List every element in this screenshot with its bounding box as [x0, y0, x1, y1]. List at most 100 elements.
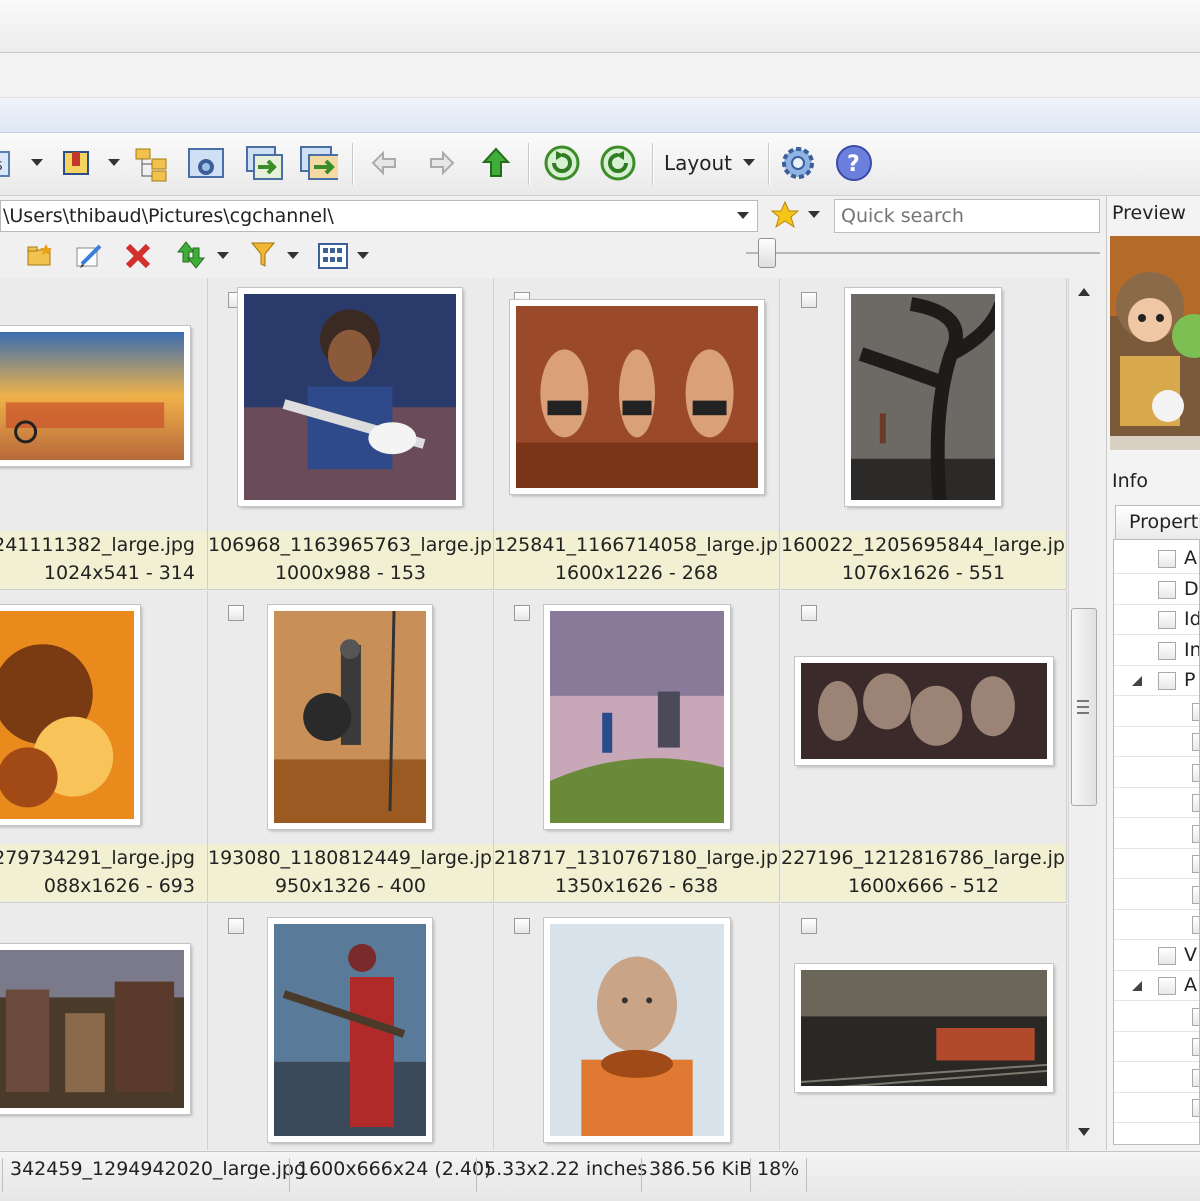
favorite-star-icon[interactable]	[770, 200, 800, 234]
view-mode-icon[interactable]	[318, 242, 348, 274]
thumbnail-cell[interactable]	[208, 904, 494, 1150]
sort-icon[interactable]	[176, 240, 206, 274]
thumbnail-image[interactable]	[795, 657, 1053, 765]
bookmark-icon[interactable]	[56, 143, 96, 183]
select-checkbox[interactable]	[801, 292, 817, 308]
batch-icon[interactable]	[298, 143, 338, 183]
export-icon[interactable]: S	[0, 143, 18, 183]
rotate-left-icon[interactable]	[542, 143, 582, 183]
thumbnail-size-slider[interactable]	[746, 252, 1100, 254]
property-row[interactable]	[1114, 849, 1199, 879]
property-row[interactable]	[1114, 1063, 1199, 1093]
thumbnail-cell[interactable]	[0, 904, 208, 1150]
property-row[interactable]	[1114, 1002, 1199, 1032]
property-checkbox[interactable]	[1192, 702, 1199, 721]
property-row[interactable]: D	[1114, 575, 1199, 605]
property-row[interactable]: V	[1114, 941, 1199, 971]
thumbnail-cell[interactable]: 193080_1180812449_large.jpg 950x1326 - 40…	[208, 591, 494, 903]
property-checkbox[interactable]	[1158, 946, 1176, 965]
thumbnail-cell[interactable]: 125841_1166714058_large.jpg 1600x1226 - 2…	[494, 278, 780, 590]
property-checkbox[interactable]	[1192, 794, 1199, 812]
address-bar[interactable]: \Users\thibaud\Pictures\cgchannel\	[0, 200, 758, 232]
thumbnail-image[interactable]	[544, 918, 730, 1142]
property-row[interactable]	[1114, 758, 1199, 788]
thumbnail-image[interactable]	[510, 300, 764, 494]
property-checkbox[interactable]	[1192, 855, 1199, 873]
property-row[interactable]: A	[1114, 544, 1199, 574]
export-dropdown-icon[interactable]	[31, 159, 43, 166]
property-checkbox[interactable]	[1192, 885, 1199, 904]
select-checkbox[interactable]	[228, 605, 244, 621]
rotate-right-icon[interactable]	[598, 143, 638, 183]
thumbnail-cell[interactable]: 227196_1212816786_large.jpg 1600x666 - 51…	[781, 591, 1067, 903]
scroll-down-icon[interactable]	[1078, 1128, 1090, 1136]
thumbnail-image[interactable]	[544, 605, 736, 835]
favorite-dropdown-icon[interactable]	[808, 211, 820, 218]
forward-icon[interactable]	[420, 143, 460, 183]
filter-icon[interactable]	[250, 240, 276, 274]
select-checkbox[interactable]	[801, 918, 817, 934]
thumbnail-cell[interactable]	[781, 904, 1067, 1150]
thumbnail-image[interactable]	[795, 964, 1060, 1092]
property-checkbox[interactable]	[1192, 1007, 1199, 1026]
scroll-up-icon[interactable]	[1078, 288, 1090, 296]
expand-arrow-icon[interactable]	[1132, 981, 1142, 991]
view-mode-dropdown-icon[interactable]	[357, 252, 369, 259]
layout-dropdown-icon[interactable]	[743, 159, 755, 166]
property-row[interactable]: Id	[1114, 605, 1199, 635]
property-row[interactable]	[1114, 910, 1199, 940]
property-row[interactable]	[1114, 1093, 1199, 1123]
thumbnail-image[interactable]	[845, 288, 1008, 515]
property-checkbox[interactable]	[1158, 672, 1176, 690]
property-row[interactable]	[1114, 727, 1199, 757]
property-checkbox[interactable]	[1158, 550, 1176, 568]
property-checkbox[interactable]	[1192, 1068, 1199, 1087]
thumbnail-image[interactable]	[0, 944, 190, 1114]
expand-arrow-icon[interactable]	[1132, 676, 1142, 686]
thumbnail-image[interactable]	[238, 288, 462, 506]
property-row[interactable]	[1114, 697, 1199, 727]
settings-icon[interactable]	[778, 143, 818, 183]
property-checkbox[interactable]	[1158, 580, 1176, 599]
thumbnail-image[interactable]	[268, 605, 432, 829]
property-row[interactable]	[1114, 819, 1199, 849]
up-folder-icon[interactable]	[476, 143, 516, 183]
property-row[interactable]: A	[1114, 971, 1199, 1001]
select-checkbox[interactable]	[514, 918, 530, 934]
thumbnail-cell[interactable]: 106968_1163965763_large.jpg 1000x988 - 15…	[208, 278, 494, 590]
property-checkbox[interactable]	[1158, 641, 1176, 660]
help-icon[interactable]: ?	[834, 143, 874, 183]
rename-icon[interactable]	[74, 242, 104, 274]
thumbnail-cell[interactable]: _1279734291_large.jpg 088x1626 - 693	[0, 591, 208, 903]
property-row[interactable]	[1114, 1032, 1199, 1062]
property-checkbox[interactable]	[1192, 824, 1199, 843]
folder-tree-icon[interactable]	[132, 143, 172, 183]
thumbnail-image[interactable]	[268, 918, 432, 1142]
thumbnail-cell[interactable]: 218717_1310767180_large.jpg 1350x1626 - 6…	[494, 591, 780, 903]
convert-icon[interactable]	[244, 143, 284, 183]
thumbnail-cell[interactable]	[494, 904, 780, 1150]
select-checkbox[interactable]	[514, 605, 530, 621]
property-row[interactable]	[1114, 880, 1199, 910]
property-row[interactable]: In	[1114, 636, 1199, 666]
new-folder-icon[interactable]	[26, 242, 54, 272]
thumbnail-cell[interactable]: 1241111382_large.jpg 1024x541 - 314	[0, 278, 208, 590]
delete-icon[interactable]	[124, 242, 152, 274]
thumbnail-image[interactable]	[0, 605, 140, 825]
property-checkbox[interactable]	[1192, 916, 1199, 934]
layout-button[interactable]: Layout	[664, 151, 732, 175]
sort-dropdown-icon[interactable]	[217, 252, 229, 259]
select-checkbox[interactable]	[801, 605, 817, 621]
property-checkbox[interactable]	[1192, 1099, 1199, 1117]
back-icon[interactable]	[366, 143, 406, 183]
tab-properties[interactable]: Properties	[1115, 505, 1200, 539]
property-checkbox[interactable]	[1192, 763, 1199, 782]
property-checkbox[interactable]	[1192, 733, 1199, 751]
capture-icon[interactable]	[186, 143, 226, 183]
slider-handle[interactable]	[758, 238, 776, 268]
search-input[interactable]	[834, 199, 1100, 233]
select-checkbox[interactable]	[228, 918, 244, 934]
property-checkbox[interactable]	[1158, 611, 1176, 629]
thumbnail-image[interactable]	[0, 326, 190, 466]
property-row[interactable]: P	[1114, 666, 1199, 696]
